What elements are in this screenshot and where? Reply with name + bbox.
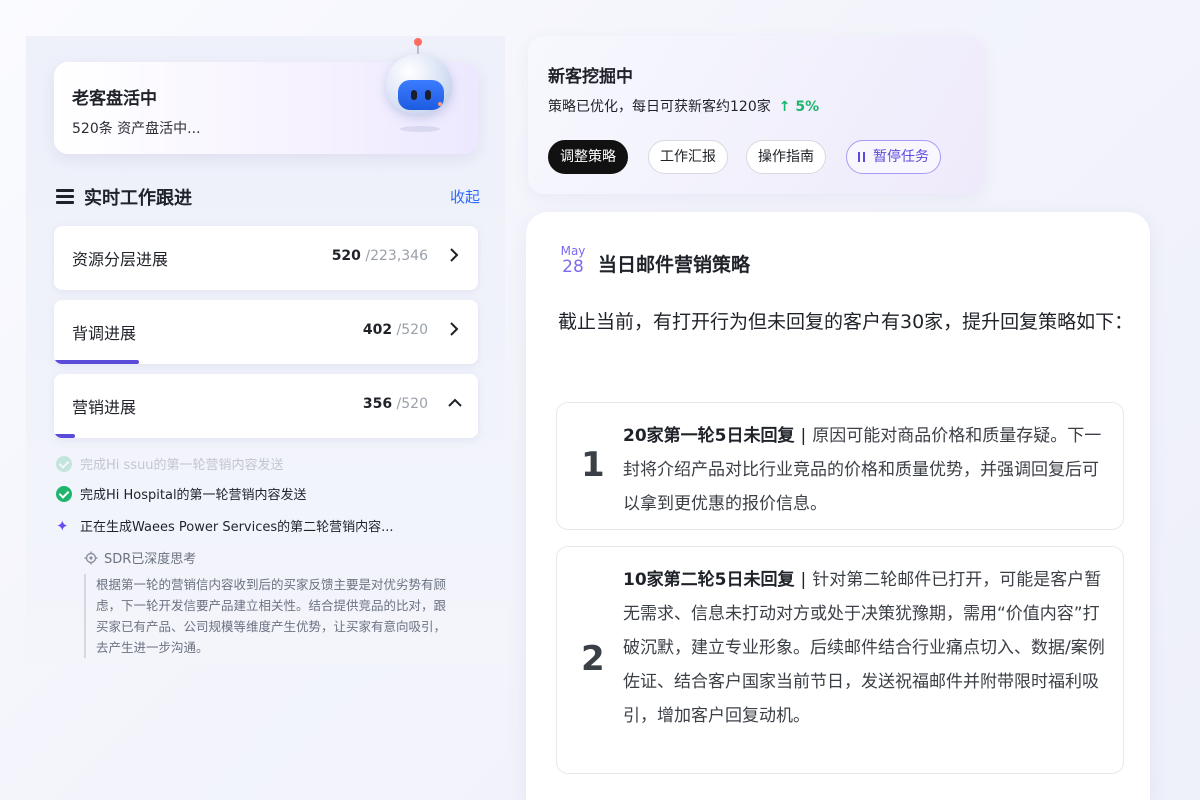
collapse-button[interactable]: 收起	[450, 186, 480, 207]
progress-card-background[interactable]: 背调进展 402 /520	[54, 300, 478, 364]
strategy-item-number: 1	[581, 445, 605, 485]
progress-count: 402 /520	[362, 322, 428, 338]
thinking-label[interactable]: SDR已深度思考	[84, 548, 196, 567]
gear-icon	[84, 551, 98, 565]
date-month: May	[560, 244, 586, 258]
progress-label: 营销进展	[72, 398, 137, 417]
pause-icon	[858, 152, 865, 162]
new-customer-title: 新客挖掘中	[548, 67, 633, 87]
strategy-item: 1 20家第一轮5日未回复 | 原因可能对商品价格和质量存疑。下一封将介绍产品对比行…	[556, 402, 1124, 530]
pause-task-button[interactable]: 暂停任务	[846, 140, 941, 174]
strategy-item-number: 2	[581, 639, 605, 679]
left-panel: 老客盘活中 520条 资产盘活中... 实时工作跟进 收起 资源分层进展 520…	[26, 36, 505, 662]
strategy-item-text: 20家第一轮5日未回复 | 原因可能对商品价格和质量存疑。下一封将介绍产品对比行业竞…	[623, 426, 1102, 514]
chevron-right-icon[interactable]	[448, 248, 460, 262]
thinking-text: 根据第一轮的营销信内容收到后的买家反馈主要是对优劣势有顾虑，下一轮开发信要产品建…	[84, 574, 450, 658]
progress-card-resource[interactable]: 资源分层进展 520 /223,346	[54, 226, 478, 290]
strategy-title: 当日邮件营销策略	[598, 254, 751, 276]
check-circle-icon	[56, 456, 72, 472]
chevron-up-icon[interactable]	[448, 396, 462, 410]
robot-mascot-icon	[384, 38, 456, 138]
operation-guide-button[interactable]: 操作指南	[746, 140, 826, 174]
strategy-card: May 28 当日邮件营销策略 截止当前，有打开行为但未回复的客户有30家，提升…	[526, 212, 1150, 800]
task-item: 完成Hi Hospital的第一轮营销内容发送	[56, 484, 307, 503]
old-customer-subtitle: 520条 资产盘活中...	[72, 121, 201, 137]
progress-bar	[54, 434, 76, 438]
old-customer-title: 老客盘活中	[72, 89, 157, 109]
strategy-item-text: 10家第二轮5日未回复 | 针对第二轮邮件已打开，可能是客户暂无需求、信息未打动对方…	[623, 570, 1105, 726]
new-customer-card: 新客挖掘中 策略已优化，每日可获新客约120家 ↑ 5% 调整策略 工作汇报 操作…	[528, 36, 984, 194]
progress-count: 520 /223,346	[331, 248, 428, 264]
progress-label: 背调进展	[72, 324, 137, 343]
task-item: ✦ 正在生成Waees Power Services的第二轮营销内容...	[56, 517, 394, 535]
strategy-item: 2 10家第二轮5日未回复 | 针对第二轮邮件已打开，可能是客户暂无需求、信息未打动…	[556, 546, 1124, 774]
strategy-intro: 截止当前，有打开行为但未回复的客户有30家，提升回复策略如下：	[558, 311, 1134, 333]
progress-bar	[54, 360, 139, 364]
date-badge: May 28	[558, 244, 588, 277]
new-customer-subtitle: 策略已优化，每日可获新客约120家 ↑ 5%	[548, 99, 820, 115]
realtime-title: 实时工作跟进	[84, 188, 192, 209]
realtime-header: 实时工作跟进 收起	[56, 184, 480, 210]
progress-label: 资源分层进展	[72, 250, 169, 269]
chevron-right-icon[interactable]	[448, 322, 460, 336]
date-day: 28	[562, 257, 584, 277]
work-report-button[interactable]: 工作汇报	[648, 140, 728, 174]
list-icon	[56, 189, 74, 205]
growth-badge: ↑ 5%	[778, 99, 820, 115]
adjust-strategy-button[interactable]: 调整策略	[548, 140, 628, 174]
progress-card-marketing[interactable]: 营销进展 356 /520	[54, 374, 478, 438]
task-item: 完成Hi ssuu的第一轮营销内容发送	[56, 454, 284, 473]
sparkle-icon: ✦	[56, 517, 69, 535]
progress-count: 356 /520	[362, 396, 428, 412]
check-circle-icon	[56, 486, 72, 502]
